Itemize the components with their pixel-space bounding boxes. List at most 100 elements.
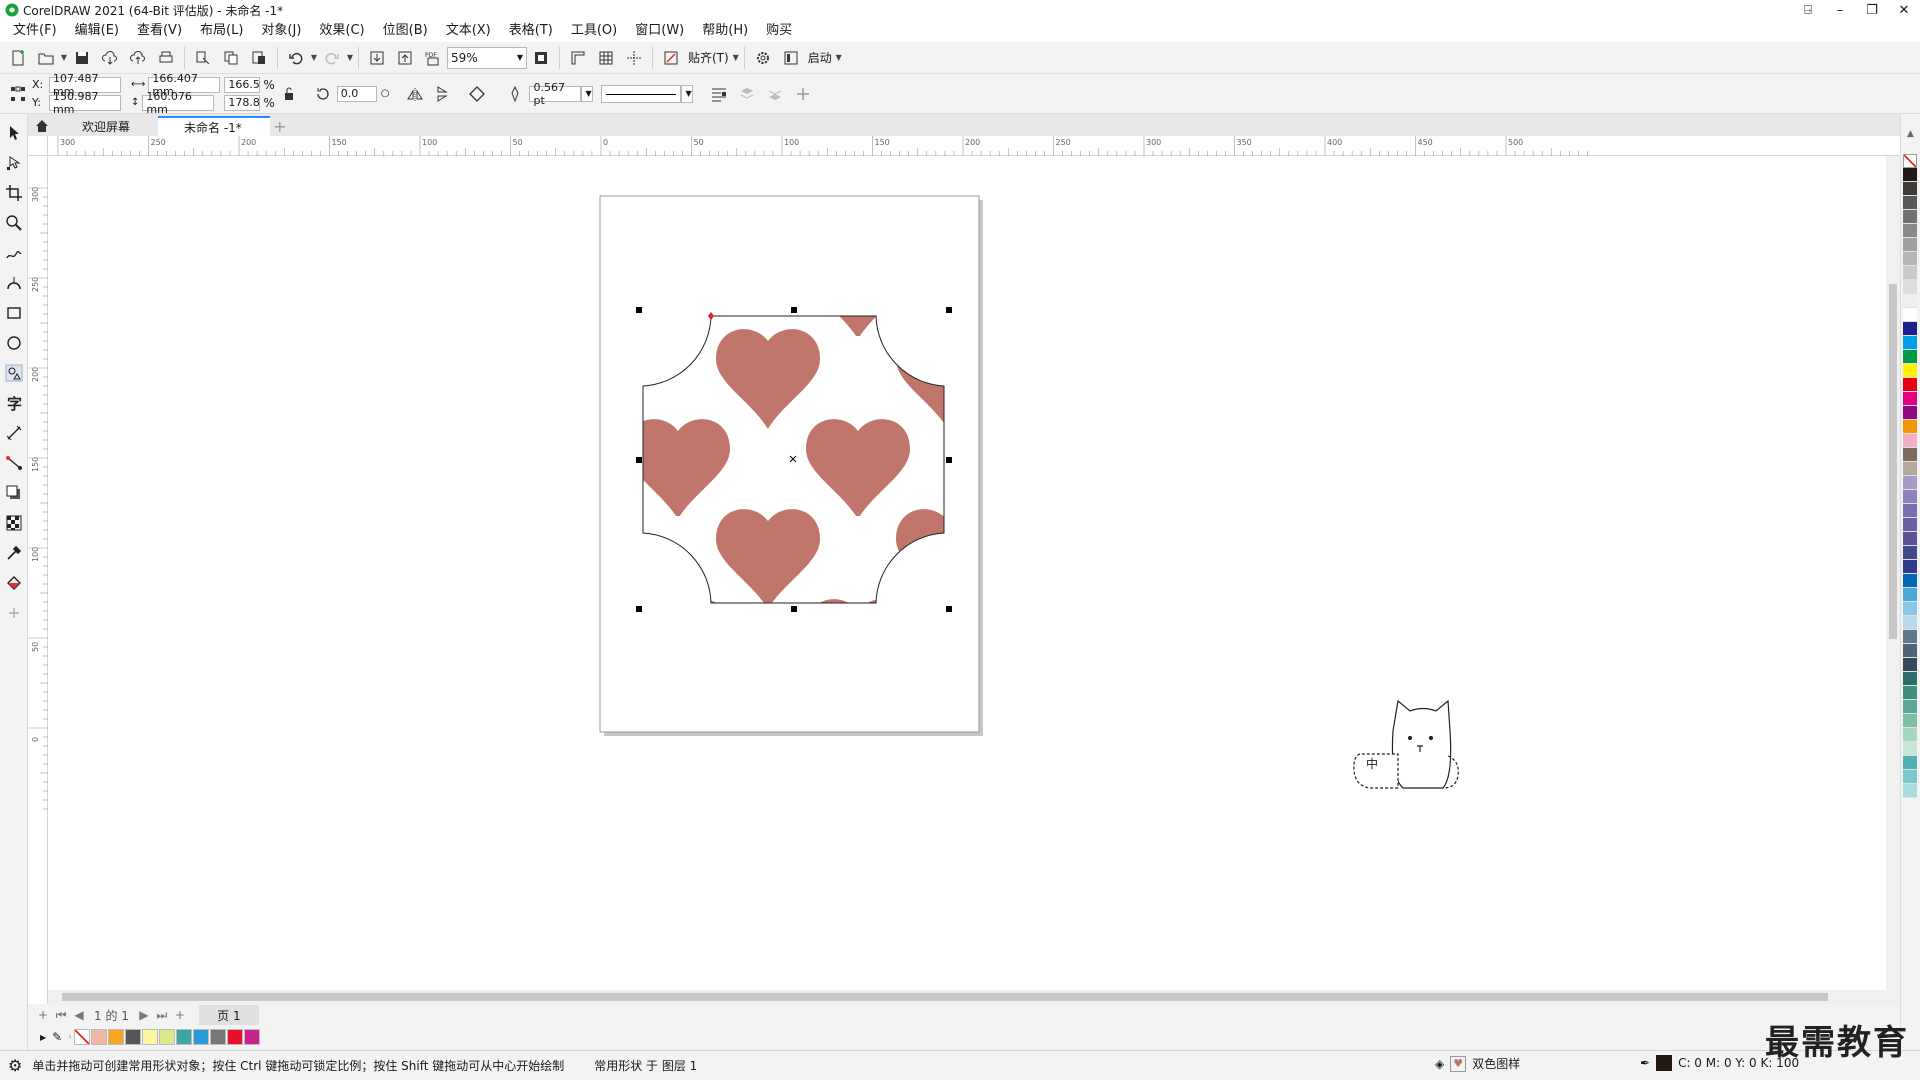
palette-swatch[interactable] (1903, 504, 1917, 518)
menu-text[interactable]: 文本(X) (437, 20, 500, 42)
last-page-icon[interactable]: ⏭ (153, 1008, 171, 1023)
palette-swatch[interactable] (1903, 182, 1917, 196)
settings-gear-icon[interactable]: ⚙ (8, 1056, 22, 1075)
palette-swatch[interactable] (1903, 714, 1917, 728)
lock-ratio-icon[interactable] (277, 82, 301, 106)
palette-swatch[interactable] (1903, 616, 1917, 630)
open-dropdown-icon[interactable]: ▼ (60, 46, 68, 70)
palette-swatch[interactable] (1903, 560, 1917, 574)
palette-swatch[interactable] (1903, 518, 1917, 532)
full-screen-preview-button[interactable] (529, 46, 553, 70)
palette-swatch[interactable] (1903, 742, 1917, 756)
palette-swatch[interactable] (1903, 364, 1917, 378)
doc-palette-expand-icon[interactable]: ▶ (40, 1033, 46, 1042)
interactive-fill-tool[interactable] (2, 571, 26, 595)
menu-file[interactable]: 文件(F) (4, 20, 66, 42)
zoom-tool[interactable] (2, 211, 26, 235)
eyedropper-tool[interactable] (2, 541, 26, 565)
no-color-swatch[interactable] (1903, 154, 1917, 168)
connector-tool[interactable] (2, 451, 26, 475)
palette-swatch[interactable] (1903, 392, 1917, 406)
doc-palette-swatch[interactable] (226, 1029, 243, 1045)
minimize-button[interactable]: – (1824, 0, 1856, 20)
prev-page-icon[interactable]: ◀ (70, 1008, 88, 1022)
freehand-tool[interactable] (2, 241, 26, 265)
menu-table[interactable]: 表格(T) (500, 20, 562, 42)
new-document-button[interactable] (6, 46, 30, 70)
doc-palette-swatch[interactable] (192, 1029, 209, 1045)
palette-swatch[interactable] (1903, 420, 1917, 434)
cloud-upload-icon[interactable] (126, 46, 150, 70)
common-shapes-icon[interactable] (465, 82, 489, 106)
palette-swatch[interactable] (1903, 308, 1917, 322)
page-tab-1[interactable]: 页 1 (198, 1005, 259, 1025)
menu-window[interactable]: 窗口(W) (626, 20, 693, 42)
palette-swatch[interactable] (1903, 770, 1917, 784)
palette-swatch[interactable] (1903, 252, 1917, 266)
palette-swatch[interactable] (1903, 574, 1917, 588)
palette-swatch[interactable] (1903, 266, 1917, 280)
add-icon[interactable] (791, 82, 815, 106)
palette-swatch[interactable] (1903, 336, 1917, 350)
transparency-tool[interactable] (2, 511, 26, 535)
drawing-canvas[interactable]: 中 (48, 156, 1900, 1004)
tab-welcome-screen[interactable]: 欢迎屏幕 (56, 116, 158, 136)
add-tool-icon[interactable] (2, 601, 26, 625)
palette-swatch[interactable] (1903, 784, 1917, 798)
rectangle-tool[interactable] (2, 301, 26, 325)
undo-dropdown-icon[interactable]: ▼ (310, 46, 318, 70)
import-button[interactable] (365, 46, 389, 70)
palette-swatch[interactable] (1903, 546, 1917, 560)
outline-width-input[interactable]: 0.567 pt (529, 81, 582, 107)
palette-swatch[interactable] (1903, 448, 1917, 462)
launch-icon[interactable] (779, 46, 803, 70)
cloud-download-icon[interactable] (98, 46, 122, 70)
mirror-vertical-button[interactable] (431, 82, 455, 106)
copy-button[interactable] (219, 46, 243, 70)
open-button[interactable] (34, 46, 58, 70)
doc-palette-scroll-icon[interactable]: ‹ (68, 1032, 72, 1042)
drop-shadow-tool[interactable] (2, 481, 26, 505)
line-style-dropdown[interactable]: ▼ (681, 84, 694, 103)
doc-palette-swatch[interactable] (175, 1029, 192, 1045)
menu-layout[interactable]: 布局(L) (191, 20, 252, 42)
palette-swatch[interactable] (1903, 532, 1917, 546)
text-tool[interactable]: 字 (2, 391, 26, 415)
palette-swatch[interactable] (1903, 168, 1917, 182)
palette-swatch[interactable] (1903, 406, 1917, 420)
mirror-horizontal-button[interactable] (403, 82, 427, 106)
add-page-after-icon[interactable]: + (171, 1008, 189, 1022)
vertical-scrollbar[interactable] (1886, 156, 1900, 990)
to-back-icon[interactable] (763, 82, 787, 106)
outline-width-dropdown[interactable]: ▼ (581, 85, 594, 102)
palette-swatch[interactable] (1903, 588, 1917, 602)
save-button[interactable] (70, 46, 94, 70)
home-icon[interactable] (28, 116, 56, 136)
horizontal-ruler[interactable]: 300 250 200 150 100 50 0 50 100 150 200 250 300 350 40… (48, 136, 1900, 156)
palette-swatch[interactable] (1903, 196, 1917, 210)
user-icon[interactable]: ⍈ (1792, 0, 1824, 20)
to-front-icon[interactable] (735, 82, 759, 106)
palette-swatch[interactable] (1903, 224, 1917, 238)
pick-tool[interactable] (2, 121, 26, 145)
palette-swatch[interactable] (1903, 700, 1917, 714)
palette-swatch[interactable] (1903, 294, 1917, 308)
ellipse-tool[interactable] (2, 331, 26, 355)
next-page-icon[interactable]: ▶ (135, 1008, 153, 1022)
rotation-angle-input[interactable]: 0.0 (336, 85, 377, 102)
palette-swatch[interactable] (1903, 728, 1917, 742)
palette-swatch[interactable] (1903, 686, 1917, 700)
options-gear-icon[interactable] (751, 46, 775, 70)
common-shapes-tool[interactable] (2, 361, 26, 385)
palette-scroll-up-icon[interactable]: ▲ (1901, 114, 1920, 154)
horizontal-scroll-thumb[interactable] (62, 993, 1828, 1001)
snap-off-button[interactable] (659, 46, 683, 70)
palette-swatch[interactable] (1903, 434, 1917, 448)
menu-object[interactable]: 对象(J) (252, 20, 310, 42)
redo-dropdown-icon[interactable]: ▼ (346, 46, 354, 70)
palette-swatch[interactable] (1903, 238, 1917, 252)
eyedropper-icon[interactable]: ✎ (52, 1030, 62, 1044)
doc-palette-swatch[interactable] (158, 1029, 175, 1045)
no-color-swatch[interactable] (73, 1029, 90, 1045)
restore-button[interactable]: ❐ (1856, 0, 1888, 20)
